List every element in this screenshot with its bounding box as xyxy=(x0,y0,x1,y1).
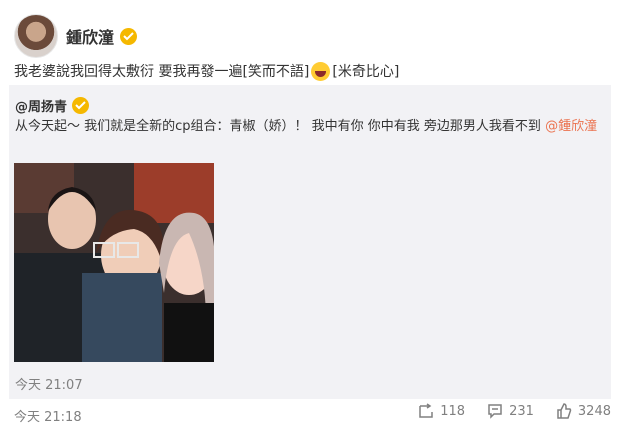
author-avatar[interactable] xyxy=(14,14,58,58)
like-count: 3248 xyxy=(577,403,611,419)
repost-body: 从今天起～ 我们就是全新的cp组合：青椒（娇）！ 我中有你 你中有我 旁边那男人… xyxy=(15,119,541,134)
repost-photo[interactable] xyxy=(14,163,214,362)
repost-author-name[interactable]: @周扬青 xyxy=(15,96,67,115)
like-button[interactable]: 3248 xyxy=(556,403,611,419)
repost-card[interactable]: @周扬青 从今天起～ 我们就是全新的cp组合：青椒（娇）！ 我中有你 你中有我 … xyxy=(9,85,611,399)
laughing-emoji-icon xyxy=(311,61,331,81)
author-name[interactable]: 鍾欣潼 xyxy=(66,24,114,48)
verified-badge-icon xyxy=(120,27,138,45)
verified-badge-icon xyxy=(72,97,90,114)
post-time[interactable]: 今天 21:18 xyxy=(14,406,82,425)
repost-text: 从今天起～ 我们就是全新的cp组合：青椒（娇）！ 我中有你 你中有我 旁边那男人… xyxy=(15,117,605,137)
repost-time[interactable]: 今天 21:07 xyxy=(15,374,83,393)
comment-button[interactable]: 231 xyxy=(487,403,534,419)
comment-count: 231 xyxy=(509,403,534,419)
repost-button[interactable]: 118 xyxy=(418,403,465,419)
post-text-main: 我老婆說我回得太敷衍 要我再發一遍[笑而不語] xyxy=(14,64,310,80)
repost-mention-link[interactable]: @鍾欣潼 xyxy=(545,119,597,134)
comment-icon xyxy=(487,403,503,419)
action-bar: 118 231 3248 xyxy=(418,403,611,419)
post-text: 我老婆說我回得太敷衍 要我再發一遍[笑而不語] [米奇比心] xyxy=(14,61,399,81)
post-text-tail: [米奇比心] xyxy=(332,64,400,80)
repost-icon xyxy=(418,403,434,419)
like-icon xyxy=(556,403,572,419)
repost-count: 118 xyxy=(440,403,466,419)
repost-author[interactable]: @周扬青 xyxy=(15,96,90,115)
post-author[interactable]: 鍾欣潼 xyxy=(66,24,138,48)
